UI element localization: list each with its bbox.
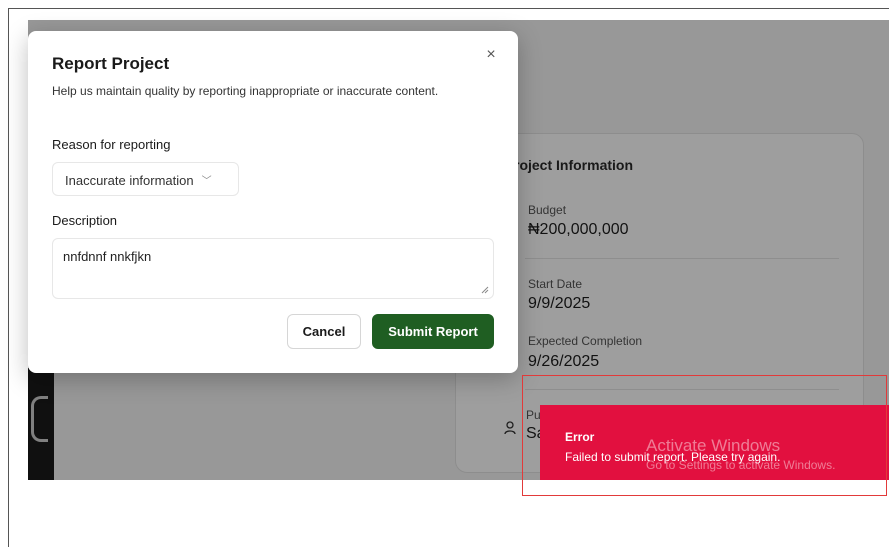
chevron-down-icon: ﹀ xyxy=(201,176,212,187)
reason-select[interactable]: Inaccurate information ﹀ xyxy=(52,162,239,196)
reason-select-value: Inaccurate information xyxy=(65,173,194,188)
close-icon[interactable]: × xyxy=(483,47,499,63)
windows-activation-subtext: Go to Settings to activate Windows. xyxy=(646,458,836,472)
windows-activation-watermark: Activate Windows xyxy=(646,436,781,455)
report-project-dialog: Report Project × Help us maintain qualit… xyxy=(28,31,518,373)
submit-report-button[interactable]: Submit Report xyxy=(372,314,494,349)
screen-frame-top xyxy=(8,8,889,9)
reason-label: Reason for reporting xyxy=(52,137,171,152)
resize-grip-icon[interactable] xyxy=(481,286,489,294)
description-textarea[interactable]: nnfdnnf nnkfjkn xyxy=(52,238,494,299)
screen-frame-left xyxy=(8,8,9,547)
description-label: Description xyxy=(52,213,118,228)
cancel-button[interactable]: Cancel xyxy=(287,314,361,349)
dialog-description: Help us maintain quality by reporting in… xyxy=(52,84,439,98)
dialog-title: Report Project xyxy=(52,54,170,73)
description-text: nnfdnnf nnkfjkn xyxy=(63,249,152,264)
